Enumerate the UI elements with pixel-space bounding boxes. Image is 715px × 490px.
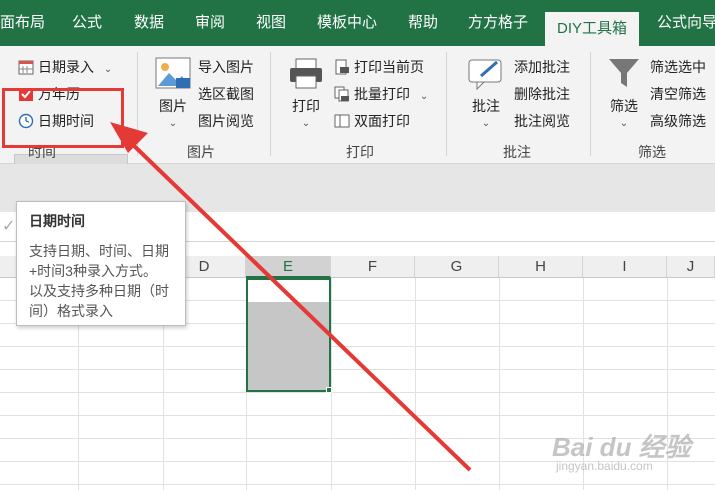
grid-line <box>499 278 500 490</box>
chevron-down-icon: ⌄ <box>419 91 429 102</box>
group-divider <box>137 52 138 156</box>
tab-diy-toolbox[interactable]: DIY工具箱 <box>545 12 640 46</box>
picture-big-label: 图片 <box>159 98 187 114</box>
column-header-e[interactable]: E <box>246 256 331 278</box>
chevron-down-icon: ⌄ <box>103 64 113 75</box>
batch-print-label: 批量打印 <box>354 86 410 102</box>
selected-cell-range[interactable] <box>246 278 331 392</box>
region-screenshot-button[interactable]: 选区截图 <box>198 85 254 103</box>
filter-selected-button[interactable]: 筛选选中 <box>650 58 706 76</box>
tab-view[interactable]: 视图 <box>256 0 286 46</box>
duplex-print-label: 双面打印 <box>354 113 410 129</box>
tab-data[interactable]: 数据 <box>134 0 164 46</box>
pencil-comment-icon <box>466 56 506 94</box>
delete-comment-button[interactable]: 删除批注 <box>514 85 570 103</box>
group-divider <box>270 52 271 156</box>
comment-big-button[interactable]: 批注 ⌄ <box>466 56 506 133</box>
chevron-down-icon: ⌄ <box>301 118 311 129</box>
advanced-filter-button[interactable]: 高级筛选 <box>650 112 706 130</box>
batch-print-button[interactable]: 批量打印 ⌄ <box>334 85 428 106</box>
grid-line <box>0 392 715 393</box>
comment-viewer-button[interactable]: 批注阅览 <box>514 112 570 130</box>
tab-help[interactable]: 帮助 <box>408 0 438 46</box>
comment-big-label: 批注 <box>472 98 500 114</box>
chevron-down-icon: ⌄ <box>168 118 178 129</box>
tooltip-title: 日期时间 <box>29 213 85 229</box>
picture-viewer-button[interactable]: 图片阅览 <box>198 112 254 130</box>
tooltip-line: 以及支持多种日期（时 <box>29 283 169 299</box>
batch-print-icon <box>334 86 350 106</box>
tab-template-center[interactable]: 模板中心 <box>317 0 377 46</box>
fill-handle[interactable] <box>326 387 332 393</box>
tab-fangfang-gezi[interactable]: 方方格子 <box>468 0 528 46</box>
column-header-f[interactable]: F <box>331 256 415 278</box>
column-header-j[interactable]: J <box>667 256 715 278</box>
print-page-icon <box>334 59 350 79</box>
filter-big-button[interactable]: 筛选 ⌄ <box>604 56 644 133</box>
column-header-i[interactable]: I <box>583 256 667 278</box>
filter-group-label: 筛选 <box>638 144 666 160</box>
import-picture-button[interactable]: 导入图片 <box>198 58 254 76</box>
print-big-label: 打印 <box>292 98 320 114</box>
date-entry-label: 日期录入 <box>38 59 94 75</box>
picture-icon <box>152 56 194 94</box>
chevron-down-icon: ⌄ <box>481 118 491 129</box>
print-current-page-button[interactable]: 打印当前页 <box>334 58 424 79</box>
group-divider <box>446 52 447 156</box>
group-divider <box>590 52 591 156</box>
tooltip-line: +时间3种录入方式。 <box>29 263 157 279</box>
ribbon-tab-bar: 面布局 公式 数据 审阅 视图 模板中心 帮助 方方格子 DIY工具箱 公式向导 <box>0 0 715 46</box>
watermark-url: jingyan.baidu.com <box>556 459 653 473</box>
clear-filter-button[interactable]: 清空筛选 <box>650 85 706 103</box>
column-header-g[interactable]: G <box>415 256 499 278</box>
chevron-down-icon: ⌄ <box>619 118 629 129</box>
tab-formulas[interactable]: 公式 <box>72 0 102 46</box>
add-comment-button[interactable]: 添加批注 <box>514 58 570 76</box>
duplex-print-button[interactable]: 双面打印 <box>334 112 410 133</box>
grid-line <box>0 484 715 485</box>
checkmark-icon[interactable]: ✓ <box>2 216 15 236</box>
picture-group-label: 图片 <box>187 144 215 160</box>
annotation-highlight-box <box>2 88 124 148</box>
picture-big-button[interactable]: 图片 ⌄ <box>152 56 194 133</box>
comment-group-label: 批注 <box>503 144 531 160</box>
grid-line <box>0 415 715 416</box>
calendar-grid-icon <box>18 59 34 79</box>
duplex-print-icon <box>334 113 350 133</box>
print-group-label: 打印 <box>346 144 374 160</box>
tooltip-body: 支持日期、时间、日期 +时间3种录入方式。 以及支持多种日期（时 间）格式录入 <box>29 241 173 321</box>
tab-review[interactable]: 审阅 <box>195 0 225 46</box>
print-current-page-label: 打印当前页 <box>354 59 424 75</box>
grid-line <box>415 278 416 490</box>
tab-page-layout[interactable]: 面布局 <box>0 0 45 46</box>
grid-line <box>331 278 332 490</box>
tooltip-line: 间）格式录入 <box>29 303 113 319</box>
grid-line <box>0 369 715 370</box>
tab-formula-wizard[interactable]: 公式向导 <box>657 0 715 46</box>
date-entry-button[interactable]: 日期录入 ⌄ <box>18 58 112 79</box>
date-time-tooltip: 日期时间 支持日期、时间、日期 +时间3种录入方式。 以及支持多种日期（时 间）… <box>16 201 186 326</box>
funnel-icon <box>604 56 644 94</box>
column-header-h[interactable]: H <box>499 256 583 278</box>
filter-big-label: 筛选 <box>610 98 638 114</box>
tooltip-line: 支持日期、时间、日期 <box>29 243 169 259</box>
printer-icon <box>286 56 326 94</box>
active-cell[interactable] <box>248 280 329 302</box>
grid-line <box>0 346 715 347</box>
print-big-button[interactable]: 打印 ⌄ <box>286 56 326 133</box>
